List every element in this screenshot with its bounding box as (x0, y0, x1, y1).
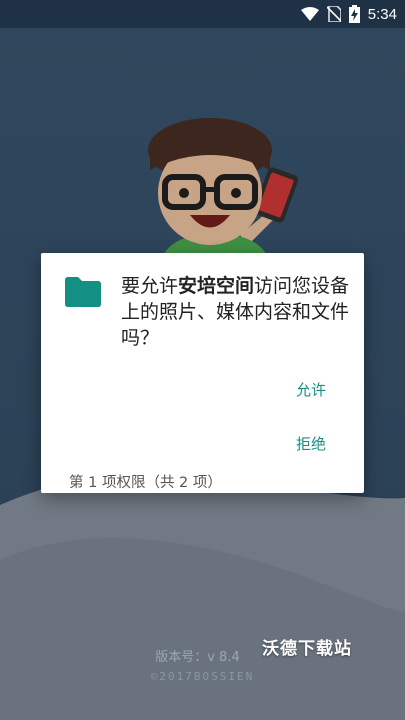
watermark: 沃德下载站 (262, 639, 352, 659)
version-text: 版本号：v 8.4 (155, 650, 240, 665)
permission-dialog: 要允许安培空间访问您设备上的照片、媒体内容和文件吗？ 允许 拒绝 第 1 项权限… (41, 253, 364, 493)
app-name: 安培空间 (178, 275, 255, 297)
no-sim-icon (326, 6, 341, 22)
wifi-icon (300, 7, 319, 21)
deny-button[interactable]: 拒绝 (266, 433, 326, 454)
allow-button[interactable]: 允许 (266, 379, 326, 400)
status-bar: 5:34 (0, 0, 405, 28)
message-prefix: 要允许 (121, 275, 179, 297)
copyright: ©2017BOSSIEN (150, 670, 255, 683)
folder-icon (65, 277, 101, 307)
status-time: 5:34 (367, 5, 397, 23)
permission-counter: 第 1 项权限（共 2 项） (69, 475, 222, 491)
battery-charging-icon (348, 5, 360, 23)
dialog-message: 要允许安培空间访问您设备上的照片、媒体内容和文件吗？ (121, 273, 353, 351)
